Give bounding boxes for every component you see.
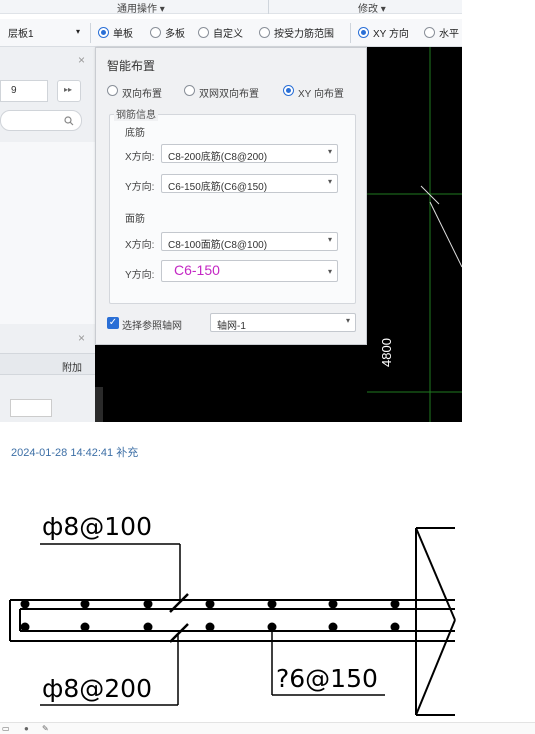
bottom-x-label: X方向: bbox=[125, 152, 155, 163]
smart-layout-dialog: 智能布置 双向布置 双网双向布置 XY 向布置 钢筋信息 底筋 X方向: C8-… bbox=[95, 47, 367, 345]
top-rebar-heading: 面筋 bbox=[125, 214, 145, 225]
menu-divider bbox=[268, 0, 269, 14]
bottom-rebar-heading: 底筋 bbox=[125, 128, 145, 139]
radio-xy-direction-label: XY 方向 bbox=[373, 29, 409, 40]
top-rebar-callout: ф8@100 bbox=[42, 512, 152, 541]
radio-horizontal[interactable] bbox=[424, 27, 435, 38]
double-arrow-icon: ▸▸ bbox=[64, 85, 73, 94]
radio-multi-board-label: 多板 bbox=[165, 29, 185, 40]
forward-button[interactable]: ▸▸ bbox=[57, 80, 81, 102]
toolbar-divider bbox=[350, 23, 351, 43]
panel-field-value: 9 bbox=[11, 85, 17, 96]
bottom-y-value: C6-150底筋(C6@150) bbox=[168, 182, 268, 193]
panel-field[interactable]: 9 bbox=[0, 80, 48, 102]
top-y-value: C6-150 bbox=[174, 262, 220, 278]
left-panel: × 9 ▸▸ × 附加 bbox=[0, 47, 95, 422]
toolbar-divider bbox=[90, 23, 91, 43]
checkbox-ref-axis[interactable]: ✓ bbox=[107, 317, 119, 329]
bottom-x-value: C8-200底筋(C8@200) bbox=[168, 152, 268, 163]
bottom-x-select[interactable]: C8-200底筋(C8@200) ▾ bbox=[161, 144, 338, 163]
top-x-label: X方向: bbox=[125, 240, 155, 251]
top-y-select[interactable]: C6-150 ▾ bbox=[161, 260, 338, 282]
radio-single-board-label: 单板 bbox=[113, 29, 133, 40]
chevron-down-icon: ▾ bbox=[327, 147, 332, 156]
bottom-right-rebar-callout: ?6@150 bbox=[276, 664, 378, 693]
dialog-title: 智能布置 bbox=[107, 59, 156, 73]
top-y-label: Y方向: bbox=[125, 270, 155, 281]
timestamp-note: 2024-01-28 14:42:41 补充 bbox=[11, 447, 139, 459]
bottom-left-rebar-callout: ф8@200 bbox=[42, 674, 152, 703]
radio-double-grid-label: 双网双向布置 bbox=[199, 89, 259, 100]
radio-bidirectional[interactable] bbox=[107, 85, 118, 96]
bottom-y-select[interactable]: C6-150底筋(C6@150) ▾ bbox=[161, 174, 338, 193]
layer-select[interactable]: 层板1 bbox=[8, 25, 34, 40]
chevron-down-icon: ▾ bbox=[327, 235, 332, 244]
panel-input[interactable] bbox=[10, 399, 52, 417]
radio-horizontal-label: 水平 bbox=[439, 29, 459, 40]
top-x-select[interactable]: C8-100面筋(C8@100) ▾ bbox=[161, 232, 338, 251]
ref-axis-label: 选择参照轴网 bbox=[122, 321, 182, 332]
ref-axis-value: 轴网-1 bbox=[217, 321, 246, 332]
close-icon[interactable]: × bbox=[78, 53, 85, 67]
chevron-down-icon: ▾ bbox=[327, 267, 332, 276]
radio-custom-label: 自定义 bbox=[213, 29, 243, 40]
radio-xy-layout-label: XY 向布置 bbox=[298, 89, 344, 100]
bottom-toolbar: ▭ ● ✎ bbox=[0, 722, 535, 734]
bottom-y-label: Y方向: bbox=[125, 182, 155, 193]
radio-by-range-label: 按受力筋范围 bbox=[274, 29, 334, 40]
options-toolbar: 层板1 ▾ 单板 多板 自定义 按受力筋范围 XY 方向 水平 bbox=[0, 19, 462, 47]
radio-xy-direction[interactable] bbox=[358, 27, 369, 38]
close-icon[interactable]: × bbox=[78, 331, 85, 345]
menu-general-ops[interactable]: 通用操作 ▾ bbox=[117, 0, 165, 15]
top-x-value: C8-100面筋(C8@100) bbox=[168, 240, 268, 251]
radio-bidirectional-label: 双向布置 bbox=[122, 89, 162, 100]
mic-icon[interactable]: ● bbox=[24, 724, 29, 733]
column-header-add: 附加 bbox=[62, 363, 82, 374]
radio-custom[interactable] bbox=[198, 27, 209, 38]
menu-modify[interactable]: 修改 ▾ bbox=[358, 0, 386, 15]
search-input[interactable] bbox=[0, 110, 82, 131]
radio-xy-layout[interactable] bbox=[283, 85, 294, 96]
chevron-down-icon: ▾ bbox=[327, 177, 332, 186]
settings-icon[interactable]: ✎ bbox=[42, 724, 49, 733]
rebar-info-title: 钢筋信息 bbox=[114, 106, 158, 121]
radio-multi-board[interactable] bbox=[150, 27, 161, 38]
dimension-label: 4800 bbox=[379, 338, 394, 367]
chevron-down-icon[interactable]: ▾ bbox=[76, 27, 80, 36]
search-icon bbox=[64, 116, 74, 126]
panel-header-row: 附加 bbox=[0, 353, 95, 375]
radio-by-range[interactable] bbox=[259, 27, 270, 38]
radio-double-grid[interactable] bbox=[184, 85, 195, 96]
top-menu-bar: 通用操作 ▾ 修改 ▾ bbox=[0, 0, 462, 15]
ref-axis-select[interactable]: 轴网-1 ▾ bbox=[210, 313, 356, 332]
chevron-down-icon: ▾ bbox=[345, 316, 350, 325]
panel-tree-area bbox=[0, 142, 95, 324]
rebar-section-drawing: ф8@100 ф8@200 ?6@150 bbox=[0, 490, 535, 720]
radio-single-board[interactable] bbox=[98, 27, 109, 38]
keyboard-icon[interactable]: ▭ bbox=[2, 724, 10, 733]
